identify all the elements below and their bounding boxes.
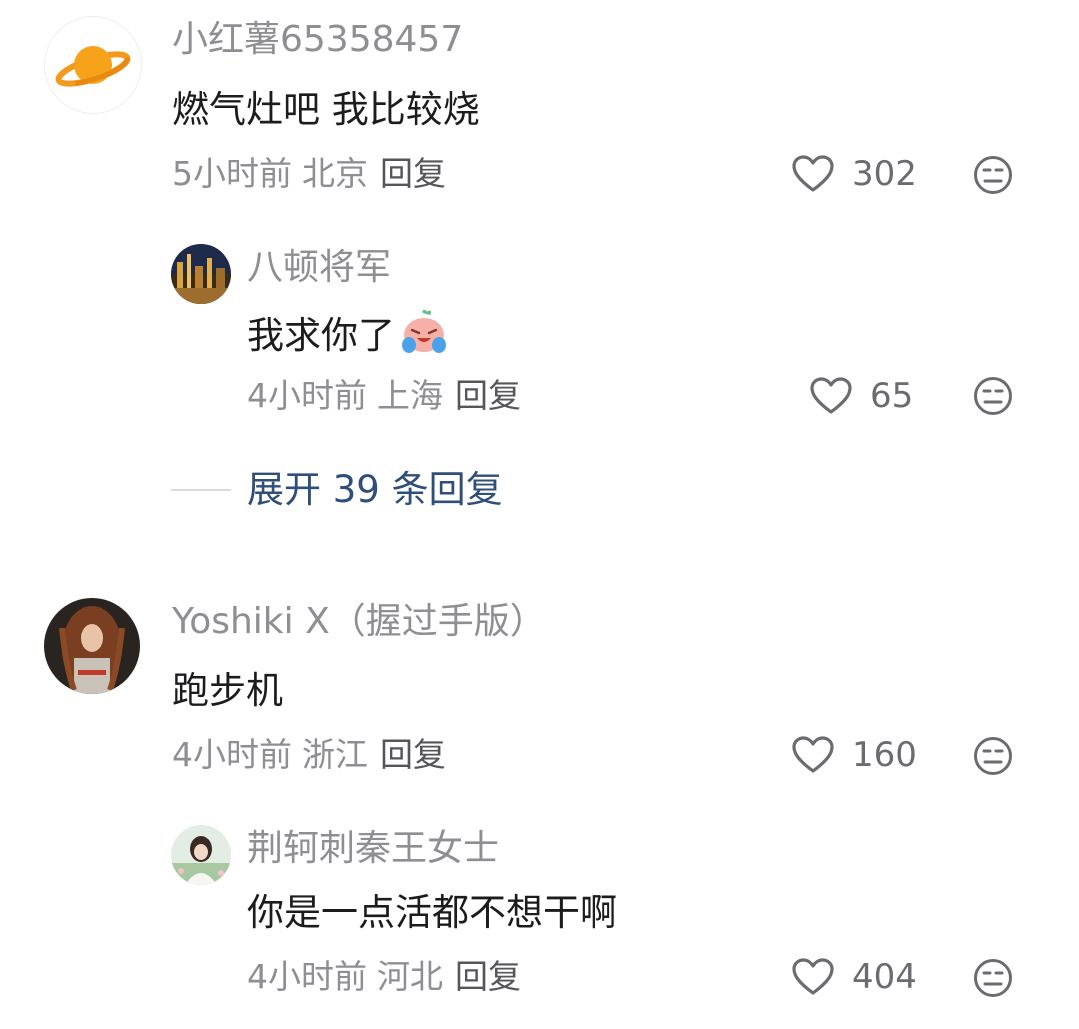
reply-button[interactable]: 回复 [380, 735, 446, 774]
comment-text: 燃气灶吧 我比较烧 [172, 88, 480, 131]
comment-username[interactable]: Yoshiki X（握过手版） [172, 600, 546, 644]
avatar[interactable] [44, 16, 142, 114]
heart-outline-icon[interactable] [792, 958, 834, 996]
avatar[interactable] [44, 598, 140, 694]
reply-time: 4小时前 [247, 957, 367, 996]
reply-button[interactable]: 回复 [380, 154, 446, 193]
planet-avatar-icon [45, 17, 141, 113]
comment-location: 浙江 [302, 735, 368, 774]
reply-location: 上海 [377, 376, 443, 415]
avatar[interactable] [171, 825, 231, 885]
expand-divider [171, 489, 231, 491]
girl-portrait-avatar-icon [171, 825, 231, 885]
reply-button[interactable]: 回复 [455, 376, 521, 415]
comment-text: 跑步机 [172, 669, 283, 712]
reply-button[interactable]: 回复 [455, 957, 521, 996]
reply-meta: 4小时前 上海 回复 [247, 376, 521, 416]
comment-time: 4小时前 [172, 735, 292, 774]
meh-face-icon[interactable] [973, 958, 1013, 998]
avatar[interactable] [171, 244, 231, 304]
city-night-avatar-icon [171, 244, 231, 304]
like-count: 404 [852, 957, 917, 997]
reply-username[interactable]: 荆轲刺秦王女士 [247, 827, 499, 871]
comment-location: 北京 [302, 154, 368, 193]
reply-time: 4小时前 [247, 376, 367, 415]
comment-meta: 5小时前 北京 回复 [172, 154, 446, 194]
comment-username[interactable]: 小红薯65358457 [172, 18, 463, 62]
reply-text-content: 我求你了 [247, 314, 395, 357]
meh-face-icon[interactable] [973, 376, 1013, 416]
like-count: 160 [852, 735, 917, 775]
heart-outline-icon[interactable] [792, 155, 834, 193]
crying-face-emoji-icon [399, 309, 449, 366]
reply-meta: 4小时前 河北 回复 [247, 957, 521, 997]
heart-outline-icon[interactable] [810, 377, 852, 415]
reply-location: 河北 [377, 957, 443, 996]
like-count: 65 [870, 376, 914, 416]
like-count: 302 [852, 154, 917, 194]
expand-replies-button[interactable]: 展开 39 条回复 [247, 467, 503, 513]
reply-text: 我求你了 [247, 309, 449, 366]
comment-time: 5小时前 [172, 154, 292, 193]
meh-face-icon[interactable] [973, 736, 1013, 776]
meh-face-icon[interactable] [973, 155, 1013, 195]
heart-outline-icon[interactable] [792, 736, 834, 774]
portrait-avatar-icon [44, 598, 140, 694]
reply-username[interactable]: 八顿将军 [247, 246, 391, 290]
reply-text: 你是一点活都不想干啊 [247, 891, 617, 934]
comment-meta: 4小时前 浙江 回复 [172, 735, 446, 775]
